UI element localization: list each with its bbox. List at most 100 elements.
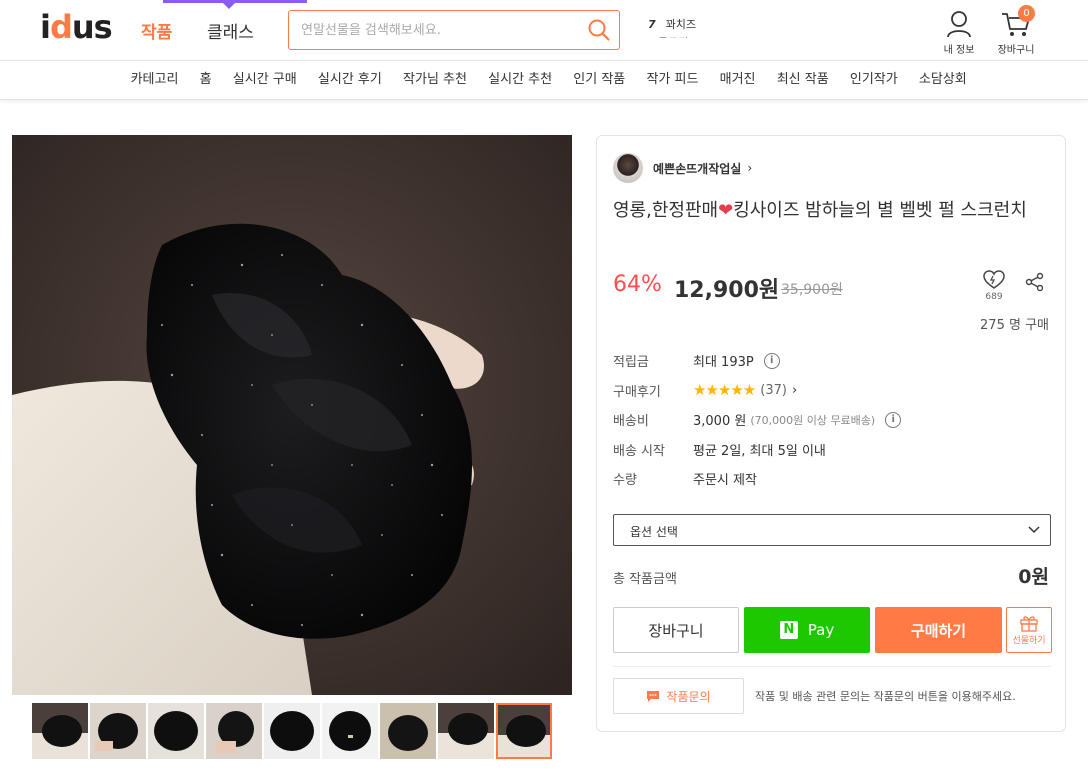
cart-button[interactable]: 장바구니 0 xyxy=(991,5,1041,56)
ranking-number: 7 xyxy=(648,18,656,31)
total-price-label: 총 작품금액 xyxy=(613,572,677,587)
reviews-label: 구매후기 xyxy=(613,384,661,400)
divider xyxy=(613,666,1051,667)
chevron-down-icon xyxy=(1028,526,1040,534)
avatar xyxy=(613,153,643,183)
thumbnail-selected[interactable] xyxy=(496,703,552,759)
total-price-value: 0원 xyxy=(1018,566,1049,588)
points-value: 최대 193P xyxy=(693,355,754,371)
original-price: 35,900원 xyxy=(781,282,843,298)
my-info-button[interactable]: 내 정보 xyxy=(934,10,984,56)
realtime-ranking[interactable]: 7 꽈치즈 목도리 xyxy=(648,16,696,46)
gift-icon xyxy=(1020,616,1038,632)
title-part-2: 킹사이즈 밤하늘의 별 벨벳 펄 스크런치 xyxy=(733,200,1027,221)
thumbnail[interactable] xyxy=(90,703,146,759)
idus-logo[interactable]: idus xyxy=(40,8,113,46)
nav-artist-pick[interactable]: 작가님 추천 xyxy=(392,61,477,99)
ship-start-label: 배송 시작 xyxy=(613,443,665,459)
favorite-button[interactable]: 689 xyxy=(983,270,1005,302)
thumbnail[interactable] xyxy=(148,703,204,759)
cart-count-badge: 0 xyxy=(1018,5,1035,22)
shipping-label: 배송비 xyxy=(613,414,649,430)
add-to-cart-button[interactable]: 장바구니 xyxy=(613,607,739,653)
naver-pay-button[interactable]: N Pay xyxy=(744,607,870,653)
points-label: 적립금 xyxy=(613,355,649,371)
thumbnail[interactable] xyxy=(264,703,320,759)
thumbnail[interactable] xyxy=(380,703,436,759)
search-input[interactable] xyxy=(301,20,571,40)
purchase-buttons: 장바구니 N Pay 구매하기 선물하기 xyxy=(613,607,1052,653)
rating-stars-icon: ★★★★★ xyxy=(693,381,756,400)
nav-magazine[interactable]: 매거진 xyxy=(709,61,766,99)
tab-works[interactable]: 작품 xyxy=(141,18,172,43)
thumbnail[interactable] xyxy=(438,703,494,759)
review-count: (37) xyxy=(760,382,787,398)
info-row-shipping: 배송비 3,000 원 (70,000원 이상 무료배송) i xyxy=(613,405,902,435)
option-select-dropdown[interactable]: 옵션 선택 xyxy=(613,514,1051,546)
favorite-count: 689 xyxy=(985,292,1003,302)
chevron-right-icon: › xyxy=(791,382,798,398)
inquiry-note: 작품 및 배송 관련 문의는 작품문의 버튼을 이용해주세요. xyxy=(755,690,1016,703)
free-shipping-note: (70,000원 이상 무료배송) xyxy=(750,413,876,427)
ranking-keyword: 꽈치즈 xyxy=(665,18,697,31)
artist-link[interactable]: 예쁜손뜨개작업실 › xyxy=(613,153,752,183)
thumbnail[interactable] xyxy=(32,703,88,759)
quantity-label: 수량 xyxy=(613,473,637,489)
heart-icon xyxy=(983,270,1005,289)
product-inquiry-button[interactable]: 작품문의 xyxy=(613,678,744,714)
nav-realtime-recommend[interactable]: 실시간 추천 xyxy=(478,61,563,99)
nav-new-works[interactable]: 최신 작품 xyxy=(766,61,839,99)
site-header: idus 작품 클래스 7 꽈치즈 목도리 내 정보 장바구니 0 xyxy=(0,0,1088,60)
gift-button[interactable]: 선물하기 xyxy=(1006,607,1052,653)
search-icon[interactable] xyxy=(587,18,611,42)
product-info-panel: 예쁜손뜨개작업실 › 영롱,한정판매❤킹사이즈 밤하늘의 별 벨벳 펄 스크런치… xyxy=(596,135,1066,732)
share-button[interactable] xyxy=(1025,272,1045,296)
nav-realtime-purchase[interactable]: 실시간 구매 xyxy=(222,61,307,99)
shipping-fee: 3,000 원 xyxy=(693,414,747,430)
ranking-keyword: 목도리 xyxy=(658,36,689,46)
info-row-points: 적립금 최대 193P i xyxy=(613,346,901,376)
nav-sodam[interactable]: 소담상회 xyxy=(908,61,977,99)
thumbnail[interactable] xyxy=(322,703,378,759)
chevron-right-icon: › xyxy=(747,161,753,175)
tab-classes[interactable]: 클래스 xyxy=(207,18,254,43)
heart-emoji-icon: ❤ xyxy=(718,200,734,221)
artist-name: 예쁜손뜨개작업실 xyxy=(653,161,742,176)
cart-label: 장바구니 xyxy=(997,45,1035,56)
thumbnail-strip xyxy=(32,703,554,759)
nav-category[interactable]: 카테고리 xyxy=(120,61,189,99)
info-icon[interactable]: i xyxy=(763,352,780,369)
info-row-quantity: 수량 주문시 제작 xyxy=(613,464,901,494)
info-row-reviews[interactable]: 구매후기 ★★★★★ (37) › xyxy=(613,376,901,406)
chat-icon xyxy=(647,690,660,702)
info-icon[interactable]: i xyxy=(885,411,902,428)
sale-price: 12,900원 xyxy=(674,278,780,303)
ship-start-value: 평균 2일, 최대 5일 이내 xyxy=(693,443,826,459)
info-row-ship-start: 배송 시작 평균 2일, 최대 5일 이내 xyxy=(613,435,901,465)
quantity-value: 주문시 제작 xyxy=(693,473,757,489)
search-box xyxy=(288,10,620,50)
npay-label: Pay xyxy=(807,621,835,639)
my-info-label: 내 정보 xyxy=(943,45,975,56)
product-main-image[interactable] xyxy=(12,135,572,695)
product-info-table: 적립금 최대 193P i 구매후기 ★★★★★ (37) › 배송비 3,000 원… xyxy=(613,346,902,494)
nav-popular-works[interactable]: 인기 작품 xyxy=(563,61,636,99)
purchase-count: 275 명 구매 xyxy=(980,318,1049,333)
gift-label: 선물하기 xyxy=(1012,636,1046,646)
discount-rate: 64% xyxy=(613,272,662,297)
nav-artist-feed[interactable]: 작가 피드 xyxy=(636,61,709,99)
nav-home[interactable]: 홈 xyxy=(189,61,222,99)
category-nav: 카테고리 홈 실시간 구매 실시간 후기 작가님 추천 실시간 추천 인기 작품… xyxy=(0,60,1088,100)
buy-now-button[interactable]: 구매하기 xyxy=(875,607,1002,653)
user-icon xyxy=(947,11,971,38)
inquiry-label: 작품문의 xyxy=(666,689,711,704)
share-icon xyxy=(1025,272,1044,292)
title-part-1: 영롱,한정판매 xyxy=(613,200,719,221)
option-select-label: 옵션 선택 xyxy=(630,525,678,539)
active-tab-indicator xyxy=(163,0,307,9)
product-title: 영롱,한정판매❤킹사이즈 밤하늘의 별 벨벳 펄 스크런치 xyxy=(613,196,1053,226)
naver-n-icon: N xyxy=(779,621,798,639)
thumbnail[interactable] xyxy=(206,703,262,759)
nav-popular-artists[interactable]: 인기작가 xyxy=(839,61,908,99)
nav-realtime-review[interactable]: 실시간 후기 xyxy=(307,61,392,99)
